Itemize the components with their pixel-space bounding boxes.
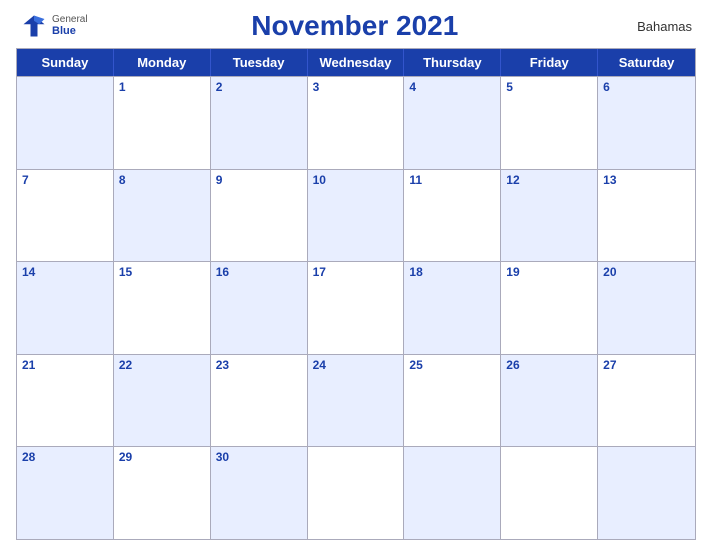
day-cell: 15 — [114, 262, 211, 354]
day-cell: 28 — [17, 447, 114, 539]
calendar-header: General Blue November 2021 Bahamas — [16, 10, 696, 42]
day-cell: 8 — [114, 170, 211, 262]
day-cell: 29 — [114, 447, 211, 539]
day-cell: 9 — [211, 170, 308, 262]
header-wednesday: Wednesday — [308, 49, 405, 76]
day-cell: 26 — [501, 355, 598, 447]
day-cell — [308, 447, 405, 539]
day-cell: 30 — [211, 447, 308, 539]
day-cell: 5 — [501, 77, 598, 169]
logo-text: General Blue — [52, 14, 88, 37]
header-saturday: Saturday — [598, 49, 695, 76]
day-cell: 13 — [598, 170, 695, 262]
day-cell — [501, 447, 598, 539]
day-cell: 20 — [598, 262, 695, 354]
week-row-5: 28 29 30 — [17, 446, 695, 539]
day-cell: 6 — [598, 77, 695, 169]
day-cell: 12 — [501, 170, 598, 262]
logo-general-label: General — [52, 14, 88, 25]
day-cell: 17 — [308, 262, 405, 354]
day-cell: 18 — [404, 262, 501, 354]
day-headers-row: Sunday Monday Tuesday Wednesday Thursday… — [17, 49, 695, 76]
day-cell — [17, 77, 114, 169]
calendar-grid: Sunday Monday Tuesday Wednesday Thursday… — [16, 48, 696, 540]
header-sunday: Sunday — [17, 49, 114, 76]
day-cell: 27 — [598, 355, 695, 447]
day-cell: 14 — [17, 262, 114, 354]
week-row-2: 7 8 9 10 11 12 13 — [17, 169, 695, 262]
header-tuesday: Tuesday — [211, 49, 308, 76]
day-cell: 21 — [17, 355, 114, 447]
country-label: Bahamas — [622, 19, 692, 34]
day-cell: 2 — [211, 77, 308, 169]
day-cell: 25 — [404, 355, 501, 447]
logo-bird-icon — [20, 12, 48, 40]
week-row-1: 1 2 3 4 5 6 — [17, 76, 695, 169]
header-monday: Monday — [114, 49, 211, 76]
calendar-page: General Blue November 2021 Bahamas Sunda… — [0, 0, 712, 550]
day-cell: 23 — [211, 355, 308, 447]
logo-blue-label: Blue — [52, 25, 88, 37]
day-cell: 7 — [17, 170, 114, 262]
header-friday: Friday — [501, 49, 598, 76]
day-cell: 19 — [501, 262, 598, 354]
day-cell: 16 — [211, 262, 308, 354]
week-row-4: 21 22 23 24 25 26 27 — [17, 354, 695, 447]
day-cell: 22 — [114, 355, 211, 447]
day-cell: 3 — [308, 77, 405, 169]
calendar-title: November 2021 — [88, 10, 622, 42]
day-cell: 24 — [308, 355, 405, 447]
header-thursday: Thursday — [404, 49, 501, 76]
weeks-container: 1 2 3 4 5 6 7 8 9 10 11 12 13 14 15 16 — [17, 76, 695, 539]
day-cell: 10 — [308, 170, 405, 262]
day-cell: 1 — [114, 77, 211, 169]
day-cell — [404, 447, 501, 539]
week-row-3: 14 15 16 17 18 19 20 — [17, 261, 695, 354]
day-cell: 4 — [404, 77, 501, 169]
logo: General Blue — [20, 12, 88, 40]
day-cell: 11 — [404, 170, 501, 262]
day-cell — [598, 447, 695, 539]
